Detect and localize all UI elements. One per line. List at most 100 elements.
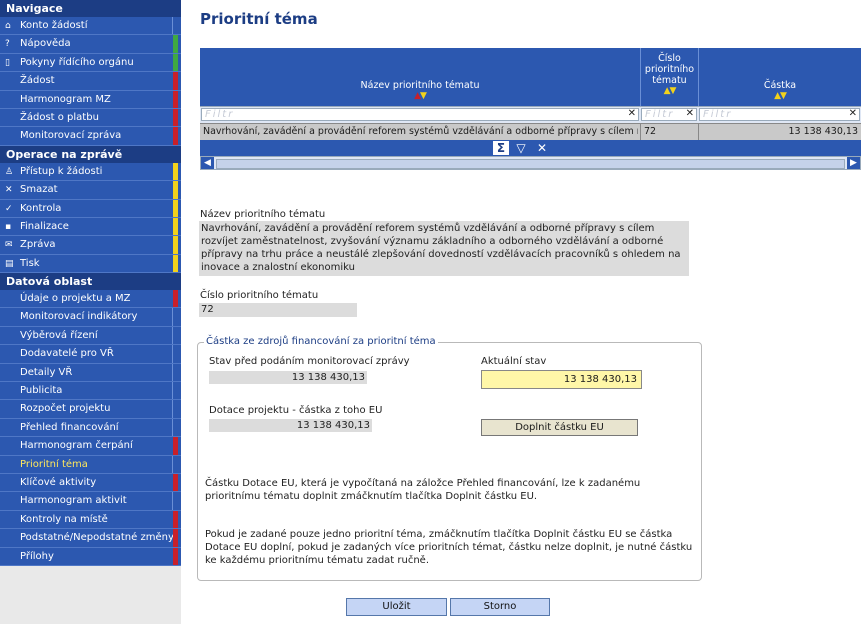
sidebar-item-harmonogram-aktivit[interactable]: Harmonogram aktivit: [0, 492, 181, 511]
sidebar-item-bar: [172, 363, 178, 382]
clear-filter-icon[interactable]: ✕: [849, 108, 857, 120]
sidebar-item-bar: [173, 181, 178, 199]
note-text-1: Částku Dotace EU, která je vypočítaná na…: [205, 478, 641, 502]
sidebar-item-finalizace[interactable]: ▪ Finalizace: [0, 217, 181, 237]
sidebar-item-bar: [172, 492, 178, 510]
sidebar-item-pokyny[interactable]: ▯ Pokyny řídícího orgánu: [0, 53, 181, 73]
column-header-number[interactable]: Číslo prioritního tématu ▲▼: [641, 48, 698, 106]
sidebar-item-bar: [173, 547, 178, 565]
before-value: 13 138 430,13: [209, 371, 367, 384]
column-header-name[interactable]: Název prioritního tématu ▲▼: [200, 48, 640, 106]
sum-icon[interactable]: Σ: [493, 141, 509, 155]
sidebar-header-navigace: Navigace: [0, 0, 181, 17]
delete-icon: ✕: [5, 185, 13, 196]
sidebar-item-bar: [173, 199, 178, 217]
sidebar-item-bar: [173, 290, 178, 308]
sidebar-item-bar: [172, 17, 178, 35]
name-label: Název prioritního tématu: [200, 209, 326, 220]
sidebar-item-tisk[interactable]: ▤ Tisk: [0, 254, 181, 274]
cancel-button[interactable]: Storno: [450, 598, 550, 616]
sidebar-item-dodavatele[interactable]: Dodavatelé pro VŘ: [0, 345, 181, 364]
sidebar-item-bar: [173, 90, 178, 108]
filter-icon[interactable]: ▽: [513, 141, 529, 155]
clear-filter-icon[interactable]: ✕: [686, 108, 694, 120]
sidebar: Navigace ⌂ Konto žádostí ? Nápověda ▯ Pokyn…: [0, 0, 181, 624]
filter-row: Filtr ✕ Filtr ✕ Filtr ✕: [200, 106, 861, 123]
eu-value: 13 138 430,13: [209, 419, 372, 432]
sidebar-item-prilohy[interactable]: Přílohy: [0, 547, 181, 566]
sidebar-item-bar: [173, 529, 178, 547]
cell-amount: 13 138 430,13: [788, 126, 858, 137]
sidebar-item-harmonogram-mz[interactable]: Harmonogram MZ: [0, 90, 181, 109]
filter-input-name[interactable]: Filtr ✕: [201, 108, 639, 121]
column-header-amount[interactable]: Částka ▲▼: [699, 48, 861, 106]
filter-input-number[interactable]: Filtr ✕: [641, 108, 697, 121]
check-icon: ✓: [5, 203, 13, 214]
sidebar-item-prehled-financovani[interactable]: Přehled financování: [0, 418, 181, 438]
sidebar-item-pristup[interactable]: ♙ Přístup k žádosti: [0, 162, 181, 182]
sidebar-item-klicove-aktivity[interactable]: Klíčové aktivity: [0, 473, 181, 493]
sidebar-item-kontrola[interactable]: ✓ Kontrola: [0, 199, 181, 218]
lock-icon: ▪: [5, 221, 12, 232]
sidebar-item-kontroly[interactable]: Kontroly na místě: [0, 510, 181, 530]
sidebar-item-bar: [173, 254, 178, 273]
sidebar-item-zadost-o-platbu[interactable]: Žádost o platbu: [0, 108, 181, 128]
fill-eu-button[interactable]: Doplnit částku EU: [481, 419, 638, 436]
before-label: Stav před podáním monitorovací zprávy: [209, 356, 410, 367]
sort-icon[interactable]: ▲▼: [641, 86, 698, 96]
current-label: Aktuální stav: [481, 356, 547, 367]
sidebar-item-smazat[interactable]: ✕ Smazat: [0, 181, 181, 200]
sidebar-item-publicita[interactable]: Publicita: [0, 382, 181, 401]
sidebar-item-bar: [173, 72, 178, 90]
priority-grid: Název prioritního tématu ▲▼ Číslo priori…: [200, 48, 861, 170]
user-icon: ♙: [5, 166, 14, 177]
sidebar-item-udaje[interactable]: Údaje o projektu a MZ: [0, 290, 181, 309]
sort-icon[interactable]: ▲▼: [699, 91, 861, 101]
sidebar-item-indikatory[interactable]: Monitorovací indikátory: [0, 308, 181, 327]
sidebar-item-zprava[interactable]: ✉ Zpráva: [0, 236, 181, 255]
sidebar-item-detaily-vr[interactable]: Detaily VŘ: [0, 363, 181, 383]
sidebar-item-bar: [173, 236, 178, 254]
help-icon: ?: [5, 39, 10, 50]
cell-number: 72: [644, 126, 657, 137]
sidebar-item-prioritni-tema[interactable]: Prioritní téma: [0, 455, 181, 474]
sidebar-item-vyberova-rizeni[interactable]: Výběrová řízení: [0, 326, 181, 346]
sidebar-item-rozpocet[interactable]: Rozpočet projektu: [0, 400, 181, 419]
sidebar-item-bar: [172, 400, 178, 418]
funding-legend: Částka ze zdrojů financování za prioritn…: [204, 336, 438, 347]
scroll-right-icon[interactable]: ▶: [847, 157, 860, 169]
name-value: Navrhování, zavádění a provádění reforem…: [199, 221, 689, 276]
sidebar-item-zadost[interactable]: Žádost: [0, 72, 181, 91]
sidebar-item-bar: [173, 35, 178, 53]
home-icon: ⌂: [5, 21, 11, 31]
scroll-left-icon[interactable]: ◀: [201, 157, 214, 169]
clear-filters-icon[interactable]: ✕: [534, 141, 550, 155]
sidebar-item-bar: [172, 455, 178, 473]
print-icon: ▤: [5, 258, 14, 269]
table-row[interactable]: Navrhování, zavádění a provádění reforem…: [200, 123, 861, 140]
sidebar-item-napoveda[interactable]: ? Nápověda: [0, 35, 181, 54]
sidebar-item-harmonogram-cerpani[interactable]: Harmonogram čerpání: [0, 437, 181, 456]
sidebar-item-bar: [173, 108, 178, 127]
current-amount-input[interactable]: 13 138 430,13: [481, 370, 642, 389]
sidebar-item-bar: [173, 510, 178, 529]
note-text-2: Pokud je zadané pouze jedno prioritní té…: [205, 529, 693, 566]
sidebar-item-monitorovaci-zprava[interactable]: Monitorovací zpráva: [0, 127, 181, 146]
scrollbar-thumb[interactable]: [216, 159, 845, 169]
sidebar-item-bar: [173, 437, 178, 455]
horizontal-scrollbar[interactable]: ◀ ▶: [200, 156, 861, 170]
page-title: Prioritní téma: [200, 10, 318, 28]
grid-header: Název prioritního tématu ▲▼ Číslo priori…: [200, 48, 861, 106]
sort-icon[interactable]: ▲▼: [200, 91, 640, 101]
sidebar-item-konto[interactable]: ⌂ Konto žádostí: [0, 17, 181, 36]
sidebar-item-bar: [173, 162, 178, 181]
clear-filter-icon[interactable]: ✕: [628, 108, 636, 120]
envelope-icon: ✉: [5, 240, 13, 251]
cell-separator: [640, 124, 641, 140]
sidebar-item-bar: [172, 326, 178, 345]
filter-input-amount[interactable]: Filtr ✕: [699, 108, 860, 121]
save-button[interactable]: Uložit: [346, 598, 447, 616]
sidebar-item-zmeny[interactable]: Podstatné/Nepodstatné změny: [0, 529, 181, 548]
number-label: Číslo prioritního tématu: [200, 290, 319, 301]
book-icon: ▯: [5, 57, 10, 68]
